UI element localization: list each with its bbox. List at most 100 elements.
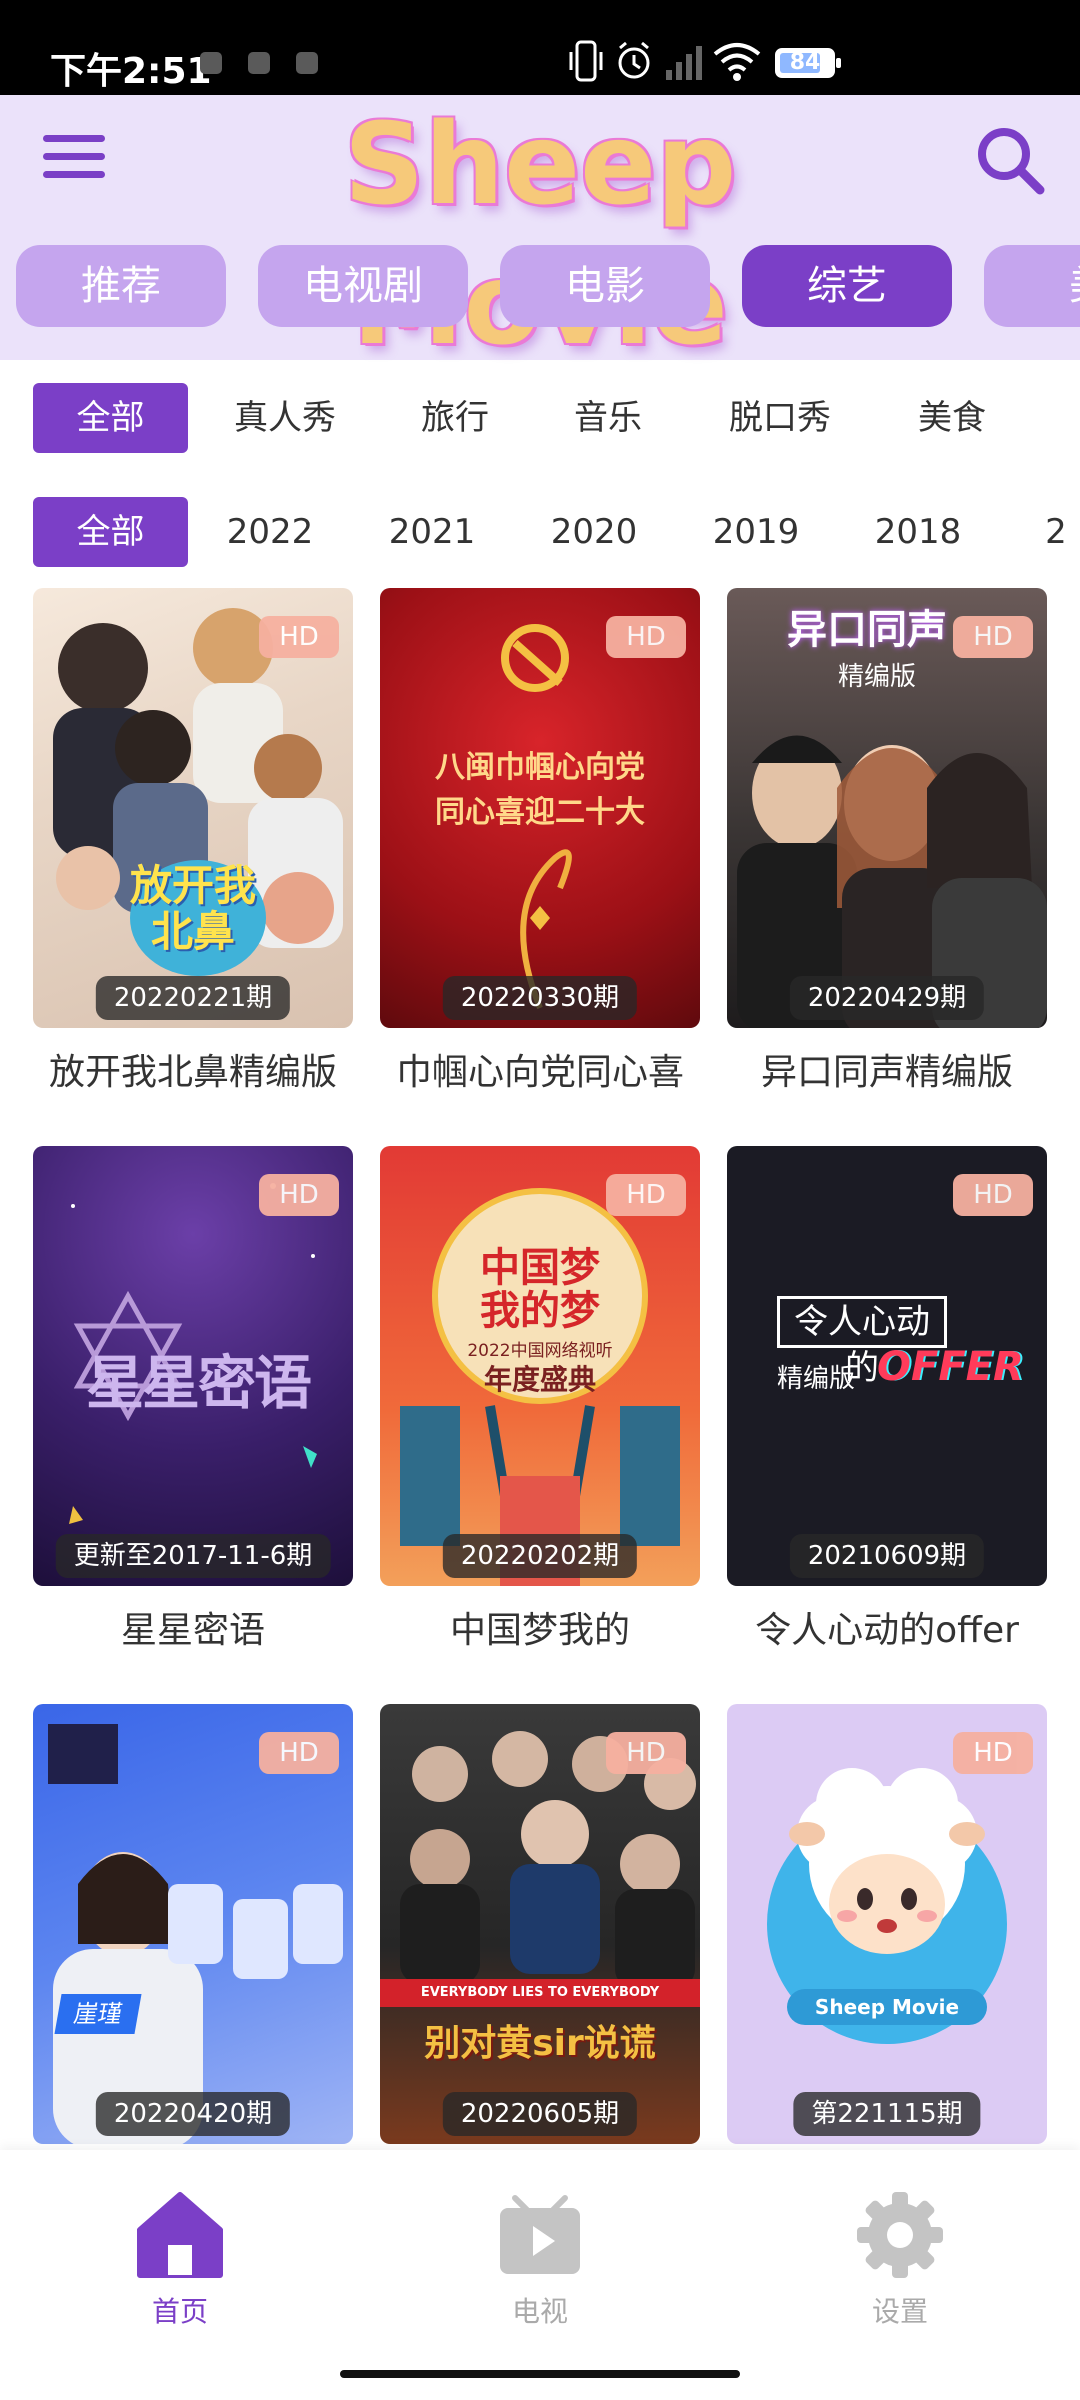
video-card[interactable]: 异口同声 精编版 HD 20220429期 异口同声精编版 bbox=[727, 588, 1047, 1108]
poster-title-text: 放开我北鼻 bbox=[129, 861, 256, 956]
video-title: 中国梦我的 bbox=[449, 1610, 630, 1651]
video-card[interactable]: 放开我北鼻 HD 20220221期 放开我北鼻精编版 bbox=[33, 588, 353, 1108]
poster-image: 中国梦 我的梦 2022中国网络视听 年度盛典 HD 20220202期 bbox=[380, 1146, 700, 1586]
video-card[interactable]: 令人心动的 精编版 OFFER HD 20210609期 令人心动的offer bbox=[727, 1146, 1047, 1666]
home-indicator[interactable] bbox=[340, 2370, 740, 2378]
video-card[interactable]: 星星密语 HD 更新至2017-11-6期 星星密语 bbox=[33, 1146, 353, 1666]
poster-title-text: 星星密语 bbox=[85, 1349, 312, 1417]
search-icon[interactable] bbox=[970, 120, 1050, 200]
nav-home-label: 首页 bbox=[151, 2295, 208, 2328]
home-icon bbox=[137, 2192, 223, 2278]
hd-badge: HD bbox=[953, 1732, 1033, 1774]
video-title: 星星密语 bbox=[120, 1610, 265, 1651]
tab-variety[interactable]: 综艺 bbox=[742, 245, 952, 327]
bottom-navigation: 首页 电视 设置 bbox=[0, 2150, 1080, 2400]
episode-label: 20210609期 bbox=[789, 1534, 985, 1578]
episode-label: 更新至2017-11-6期 bbox=[55, 1534, 331, 1578]
poster-title-text: 别对黄sir说谎 bbox=[424, 2023, 656, 2064]
hd-badge: HD bbox=[606, 616, 686, 658]
tab-tv-series[interactable]: 电视剧 bbox=[258, 245, 468, 327]
status-bar: 下午2:51 84 bbox=[0, 0, 1080, 95]
vibrate-icon bbox=[569, 40, 603, 82]
poster-title-text: 令人心动的 bbox=[777, 1296, 947, 1388]
episode-label: 20220330期 bbox=[442, 976, 638, 1020]
hd-badge: HD bbox=[259, 1174, 339, 1216]
poster-title-text: 异口同声 bbox=[787, 607, 947, 653]
video-title: 巾帼心向党同心喜 bbox=[395, 1052, 684, 1093]
nav-tv[interactable]: 电视 bbox=[440, 2190, 640, 2328]
battery-indicator: 84 bbox=[775, 48, 841, 78]
tab-recommend[interactable]: 推荐 bbox=[16, 245, 226, 327]
video-card[interactable]: 八闽巾帼心向党 同心喜迎二十大 HD 20220330期 巾帼心向党同心喜 bbox=[380, 588, 700, 1108]
episode-label: 20220420期 bbox=[95, 2092, 291, 2136]
year-filter-row: 全部 2022 2021 2020 2019 2018 2 bbox=[0, 497, 1080, 569]
nav-settings[interactable]: 设置 bbox=[800, 2190, 1000, 2328]
poster-subtitle-text: 精编版 bbox=[837, 662, 916, 692]
genre-filter-travel[interactable]: 旅行 bbox=[380, 383, 530, 453]
year-filter-more[interactable]: 2 bbox=[1036, 497, 1076, 567]
hd-badge: HD bbox=[606, 1732, 686, 1774]
poster-subtitle-text: 同心喜迎二十大 bbox=[435, 795, 645, 830]
video-card[interactable]: Sheep Movie HD 第221115期 bbox=[727, 1704, 1047, 2144]
genre-filter-talkshow[interactable]: 脱口秀 bbox=[705, 383, 855, 453]
tab-more[interactable]: 美 bbox=[984, 245, 1080, 327]
video-card[interactable]: 中国梦 我的梦 2022中国网络视听 年度盛典 HD 20220202期 中国梦… bbox=[380, 1146, 700, 1666]
hd-badge: HD bbox=[259, 1732, 339, 1774]
episode-label: 20220429期 bbox=[789, 976, 985, 1020]
year-filter-2018[interactable]: 2018 bbox=[848, 497, 988, 567]
hd-badge: HD bbox=[953, 616, 1033, 658]
video-title: 放开我北鼻精编版 bbox=[48, 1052, 337, 1093]
app-header: Sheep Movie 推荐 电视剧 电影 综艺 美 bbox=[0, 95, 1080, 370]
video-card[interactable]: 崖瑾 HD 20220420期 bbox=[33, 1704, 353, 2144]
year-filter-2020[interactable]: 2020 bbox=[524, 497, 664, 567]
year-filter-2022[interactable]: 2022 bbox=[200, 497, 340, 567]
wifi-icon bbox=[713, 43, 761, 81]
episode-label: 20220605期 bbox=[442, 2092, 638, 2136]
video-title: 异口同声精编版 bbox=[760, 1052, 1013, 1093]
poster-banner-text: EVERYBODY LIES TO EVERYBODY bbox=[380, 1979, 700, 2007]
menu-icon bbox=[43, 135, 105, 142]
poster-title-text: 我的梦 bbox=[480, 1288, 600, 1334]
poster-subtitle-text: 年度盛典 bbox=[483, 1363, 596, 1396]
genre-filter-food[interactable]: 美食 bbox=[877, 383, 1027, 453]
notification-icon bbox=[248, 52, 270, 74]
poster-image: 星星密语 HD 更新至2017-11-6期 bbox=[33, 1146, 353, 1586]
hd-badge: HD bbox=[953, 1174, 1033, 1216]
poster-title-text: 崖瑾 bbox=[54, 1994, 142, 2034]
poster-title-text: 八闽巾帼心向党 bbox=[435, 750, 645, 785]
poster-image: 异口同声 精编版 HD 20220429期 bbox=[727, 588, 1047, 1028]
poster-image: 八闽巾帼心向党 同心喜迎二十大 HD 20220330期 bbox=[380, 588, 700, 1028]
nav-settings-label: 设置 bbox=[871, 2295, 928, 2328]
alarm-icon bbox=[618, 41, 650, 79]
video-title: 令人心动的offer bbox=[755, 1610, 1019, 1651]
video-card[interactable]: EVERYBODY LIES TO EVERYBODY 别对黄sir说谎 HD … bbox=[380, 1704, 700, 2144]
tab-movie[interactable]: 电影 bbox=[500, 245, 710, 327]
nav-home[interactable]: 首页 bbox=[80, 2190, 280, 2328]
app-logo: Sheep Movie bbox=[343, 100, 737, 370]
year-filter-2021[interactable]: 2021 bbox=[362, 497, 502, 567]
year-filter-all[interactable]: 全部 bbox=[33, 497, 188, 567]
genre-filter-row: 全部 真人秀 旅行 音乐 脱口秀 美食 bbox=[0, 383, 1080, 455]
poster-image: EVERYBODY LIES TO EVERYBODY 别对黄sir说谎 HD … bbox=[380, 1704, 700, 2144]
category-tabs: 推荐 电视剧 电影 综艺 美 bbox=[0, 245, 1080, 335]
menu-icon-line bbox=[43, 153, 105, 160]
battery-level: 84 bbox=[789, 50, 821, 75]
notification-icon bbox=[296, 52, 318, 74]
signal-icon bbox=[666, 46, 702, 80]
poster-subtitle-text: 精编版 bbox=[777, 1364, 856, 1394]
genre-filter-all[interactable]: 全部 bbox=[33, 383, 188, 453]
episode-label: 20220202期 bbox=[442, 1534, 638, 1578]
poster-image: 放开我北鼻 HD 20220221期 bbox=[33, 588, 353, 1028]
notification-icon bbox=[200, 52, 222, 74]
nav-tv-label: 电视 bbox=[511, 2295, 568, 2328]
episode-label: 20220221期 bbox=[95, 976, 291, 1020]
menu-button[interactable] bbox=[40, 125, 110, 185]
menu-icon-line bbox=[43, 171, 105, 178]
tv-icon bbox=[500, 2195, 580, 2274]
year-filter-2019[interactable]: 2019 bbox=[686, 497, 826, 567]
poster-title-text: Sheep Movie bbox=[814, 1995, 960, 2019]
genre-filter-reality[interactable]: 真人秀 bbox=[210, 383, 360, 453]
hd-badge: HD bbox=[606, 1174, 686, 1216]
hd-badge: HD bbox=[259, 616, 339, 658]
genre-filter-music[interactable]: 音乐 bbox=[533, 383, 683, 453]
